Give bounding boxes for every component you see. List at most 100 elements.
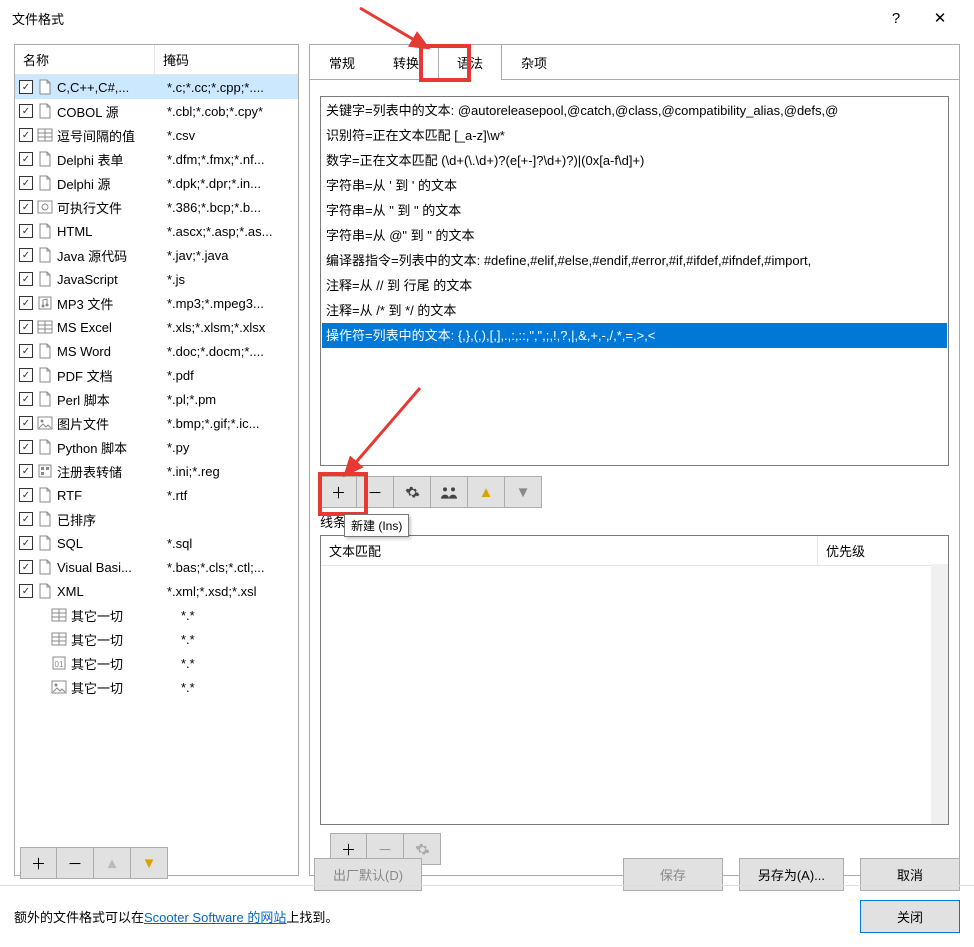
format-checkbox[interactable] <box>19 392 33 406</box>
syntax-rule-0[interactable]: 关键字=列表中的文本: @autoreleasepool,@catch,@cla… <box>322 98 947 123</box>
format-row-24[interactable]: 01其它一切*.* <box>15 651 298 675</box>
svg-text:01: 01 <box>55 660 64 669</box>
format-checkbox[interactable] <box>19 152 33 166</box>
help-button[interactable]: ? <box>874 3 918 33</box>
format-row-3[interactable]: Delphi 表单*.dfm;*.fmx;*.nf... <box>15 147 298 171</box>
col-text-match[interactable]: 文本匹配 <box>321 536 818 565</box>
line-weight-label: 线条粗度(W): <box>320 512 949 531</box>
format-checkbox[interactable] <box>19 200 33 214</box>
tab-3[interactable]: 杂项 <box>502 44 566 80</box>
syntax-rule-3[interactable]: 字符串=从 ' 到 ' 的文本 <box>322 173 947 198</box>
format-row-23[interactable]: 其它一切*.* <box>15 627 298 651</box>
share-button[interactable] <box>431 476 468 508</box>
format-checkbox[interactable] <box>19 104 33 118</box>
tab-1[interactable]: 转换 <box>374 44 438 80</box>
syntax-rule-6[interactable]: 编译器指令=列表中的文本: #define,#elif,#else,#endif… <box>322 248 947 273</box>
syntax-rule-9[interactable]: 操作符=列表中的文本: {,},(,),[,],.,:,::,",",;,!,?… <box>322 323 947 348</box>
file-type-icon <box>37 511 53 527</box>
format-row-8[interactable]: JavaScript*.js <box>15 267 298 291</box>
format-name: SQL <box>57 536 163 551</box>
format-checkbox[interactable] <box>19 440 33 454</box>
format-name: MP3 文件 <box>57 294 163 313</box>
format-row-15[interactable]: Python 脚本*.py <box>15 435 298 459</box>
format-checkbox[interactable] <box>19 80 33 94</box>
format-row-13[interactable]: Perl 脚本*.pl;*.pm <box>15 387 298 411</box>
col-name-header[interactable]: 名称 <box>15 45 155 74</box>
format-name: 其它一切 <box>71 630 177 649</box>
format-row-0[interactable]: C,C++,C#,...*.c;*.cc;*.cpp;*.... <box>15 75 298 99</box>
syntax-rule-4[interactable]: 字符串=从 " 到 " 的文本 <box>322 198 947 223</box>
format-checkbox[interactable] <box>19 224 33 238</box>
format-mask: *.386;*.bcp;*.b... <box>163 200 294 215</box>
format-row-1[interactable]: COBOL 源*.cbl;*.cob;*.cpy* <box>15 99 298 123</box>
format-name: XML <box>57 584 163 599</box>
format-row-12[interactable]: PDF 文档*.pdf <box>15 363 298 387</box>
format-row-9[interactable]: MP3 文件*.mp3;*.mpeg3... <box>15 291 298 315</box>
syntax-rule-1[interactable]: 识别符=正在文本匹配 [_a-z]\w* <box>322 123 947 148</box>
format-row-7[interactable]: Java 源代码*.jav;*.java <box>15 243 298 267</box>
format-row-25[interactable]: 其它一切*.* <box>15 675 298 699</box>
format-checkbox[interactable] <box>19 536 33 550</box>
format-checkbox[interactable] <box>19 272 33 286</box>
move-down-button[interactable]: ▼ <box>505 476 542 508</box>
tab-2[interactable]: 语法 <box>438 44 502 80</box>
file-type-icon <box>37 583 53 599</box>
close-dialog-button[interactable]: 关闭 <box>860 900 960 933</box>
format-mask: *.dpk;*.dpr;*.in... <box>163 176 294 191</box>
format-checkbox[interactable] <box>19 464 33 478</box>
format-row-17[interactable]: RTF*.rtf <box>15 483 298 507</box>
format-checkbox[interactable] <box>19 560 33 574</box>
format-checkbox[interactable] <box>19 344 33 358</box>
format-row-2[interactable]: 逗号间隔的值*.csv <box>15 123 298 147</box>
tab-0[interactable]: 常规 <box>310 44 374 80</box>
format-row-19[interactable]: SQL*.sql <box>15 531 298 555</box>
format-row-4[interactable]: Delphi 源*.dpk;*.dpr;*.in... <box>15 171 298 195</box>
format-mask: *.xml;*.xsd;*.xsl <box>163 584 294 599</box>
format-row-18[interactable]: 已排序 <box>15 507 298 531</box>
close-button[interactable]: ✕ <box>918 3 962 33</box>
format-mask: *.* <box>177 608 294 623</box>
format-checkbox[interactable] <box>19 296 33 310</box>
move-up-button[interactable]: ▲ <box>468 476 505 508</box>
format-checkbox[interactable] <box>19 176 33 190</box>
file-type-icon <box>37 487 53 503</box>
col-mask-header[interactable]: 掩码 <box>155 45 298 74</box>
syntax-rule-8[interactable]: 注释=从 /* 到 */ 的文本 <box>322 298 947 323</box>
footer-link[interactable]: Scooter Software 的网站 <box>144 907 286 926</box>
format-checkbox[interactable] <box>19 416 33 430</box>
remove-rule-button[interactable]: － <box>357 476 394 508</box>
syntax-rule-2[interactable]: 数字=正在文本匹配 (\d+(\.\d+)?(e[+-]?\d+)?)|(0x[… <box>322 148 947 173</box>
format-row-16[interactable]: 注册表转储*.ini;*.reg <box>15 459 298 483</box>
file-type-icon <box>37 391 53 407</box>
format-row-21[interactable]: XML*.xml;*.xsd;*.xsl <box>15 579 298 603</box>
format-name: Delphi 表单 <box>57 150 163 169</box>
file-type-icon <box>37 439 53 455</box>
format-mask: *.sql <box>163 536 294 551</box>
scrollbar[interactable] <box>931 564 948 824</box>
format-row-10[interactable]: MS Excel*.xls;*.xlsm;*.xlsx <box>15 315 298 339</box>
settings-button[interactable] <box>394 476 431 508</box>
format-row-20[interactable]: Visual Basi...*.bas;*.cls;*.ctl;... <box>15 555 298 579</box>
format-row-14[interactable]: 图片文件*.bmp;*.gif;*.ic... <box>15 411 298 435</box>
syntax-rules-list[interactable]: 关键字=列表中的文本: @autoreleasepool,@catch,@cla… <box>320 96 949 466</box>
format-row-22[interactable]: 其它一切*.* <box>15 603 298 627</box>
format-checkbox[interactable] <box>19 488 33 502</box>
file-type-icon <box>37 415 53 431</box>
add-rule-button[interactable]: ＋ <box>320 476 357 508</box>
format-checkbox[interactable] <box>19 128 33 142</box>
format-name: 其它一切 <box>71 654 177 673</box>
format-checkbox[interactable] <box>19 368 33 382</box>
format-checkbox[interactable] <box>19 584 33 598</box>
format-name: JavaScript <box>57 272 163 287</box>
format-row-6[interactable]: HTML*.ascx;*.asp;*.as... <box>15 219 298 243</box>
format-checkbox[interactable] <box>19 248 33 262</box>
line-weight-grid[interactable]: 文本匹配 优先级 <box>320 535 949 825</box>
format-mask: *.bas;*.cls;*.ctl;... <box>163 560 294 575</box>
syntax-rule-7[interactable]: 注释=从 // 到 行尾 的文本 <box>322 273 947 298</box>
syntax-rule-5[interactable]: 字符串=从 @" 到 " 的文本 <box>322 223 947 248</box>
format-row-11[interactable]: MS Word*.doc;*.docm;*.... <box>15 339 298 363</box>
format-checkbox[interactable] <box>19 320 33 334</box>
format-row-5[interactable]: 可执行文件*.386;*.bcp;*.b... <box>15 195 298 219</box>
col-priority[interactable]: 优先级 <box>818 536 948 565</box>
format-checkbox[interactable] <box>19 512 33 526</box>
